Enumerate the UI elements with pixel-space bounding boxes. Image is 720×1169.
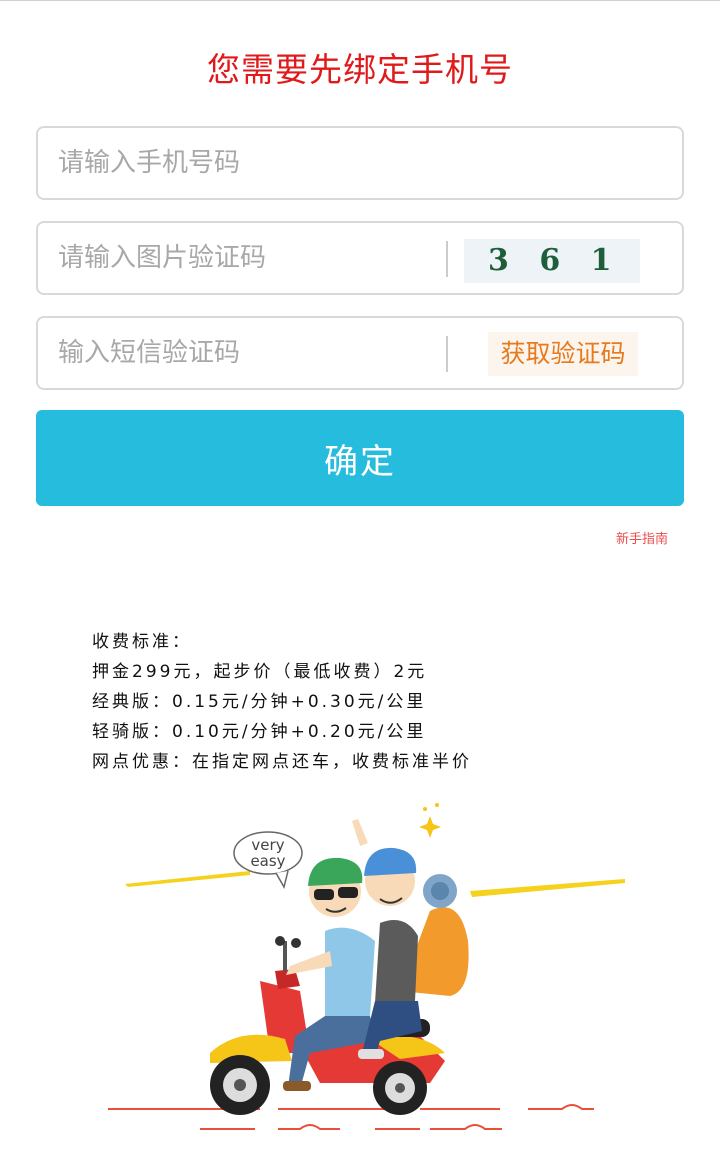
scooter-riders-illustration: very easy — [108, 803, 625, 1130]
get-code-button[interactable]: 获取验证码 — [488, 332, 638, 376]
phone-field[interactable] — [36, 126, 684, 200]
sparkle-icon — [419, 803, 441, 838]
sms-code-input[interactable] — [58, 318, 438, 388]
fee-line: 押金299元，起步价（最低收费）2元 — [92, 662, 428, 682]
sms-code-field[interactable]: 获取验证码 — [36, 316, 684, 390]
fee-line: 网点优惠：在指定网点还车，收费标准半价 — [92, 752, 472, 772]
fee-line: 轻骑版：0.10元/分钟+0.20元/公里 — [92, 722, 427, 742]
fee-line: 经典版：0.15元/分钟+0.30元/公里 — [92, 692, 427, 712]
page-title: 您需要先绑定手机号 — [207, 50, 513, 89]
fee-line: 收费标准： — [92, 632, 192, 652]
road-lines — [108, 1104, 594, 1130]
speech-bubble: very easy — [233, 831, 303, 889]
phone-input[interactable] — [58, 128, 438, 198]
image-code-field[interactable]: 3 6 1 6 — [36, 221, 684, 295]
field-divider — [446, 336, 448, 372]
confirm-button[interactable]: 确定 — [36, 410, 684, 506]
speed-line — [470, 879, 625, 897]
bubble-line: easy — [250, 852, 285, 870]
bind-phone-page: 您需要先绑定手机号 3 6 1 6 获取验证码 确定 新手指南 收费标准： 押金… — [0, 0, 720, 1169]
field-divider — [446, 241, 448, 277]
speed-line — [125, 871, 250, 887]
fee-standard: 收费标准： 押金299元，起步价（最低收费）2元 经典版：0.15元/分钟+0.… — [92, 627, 472, 777]
captcha-image[interactable]: 3 6 1 6 — [464, 239, 640, 283]
guide-link[interactable]: 新手指南 — [616, 528, 668, 547]
image-code-input[interactable] — [58, 223, 438, 293]
captcha-text: 3 6 1 6 — [488, 243, 640, 278]
